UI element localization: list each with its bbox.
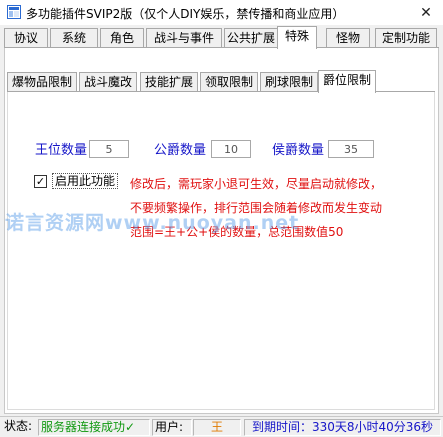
- window-title: 多功能插件SVIP2版（仅个人DIY娱乐，禁传播和商业应用）: [26, 7, 345, 21]
- app-window: 多功能插件SVIP2版（仅个人DIY娱乐，禁传播和商业应用） ✕ 协议 系统 角…: [0, 0, 443, 437]
- expiry-time: 到期时间：330天8小时40分36秒: [244, 419, 441, 436]
- subtab-skill-extension[interactable]: 技能扩展: [140, 72, 198, 92]
- king-count-label: 王位数量: [35, 143, 88, 158]
- tab-public-extension[interactable]: 公共扩展: [224, 28, 278, 48]
- king-count-input[interactable]: [89, 140, 129, 158]
- main-tab-bar: 协议 系统 角色 战斗与事件 公共扩展 特殊 怪物 定制功能: [4, 26, 439, 49]
- tab-protocol[interactable]: 协议: [4, 28, 48, 48]
- note-line-1: 修改后，需玩家小退可生效，尽量启动就修改，: [130, 177, 383, 191]
- user-value: 王: [193, 419, 241, 436]
- nobility-limit-content: 王位数量 公爵数量 侯爵数量 ✓ 启用此功能 修改后，需玩家小退可生效，尽量启动…: [7, 92, 435, 410]
- watermark: 诺言资源网www.nuoyan.net: [5, 212, 300, 234]
- subtab-claim-limit[interactable]: 领取限制: [200, 72, 258, 92]
- title-bar: 多功能插件SVIP2版（仅个人DIY娱乐，禁传播和商业应用） ✕: [0, 0, 443, 25]
- tab-system[interactable]: 系统: [50, 28, 98, 48]
- close-icon: ✕: [420, 4, 432, 21]
- enable-feature-checkbox[interactable]: ✓ 启用此功能: [34, 173, 119, 189]
- enable-feature-label: 启用此功能: [52, 173, 119, 189]
- tab-custom-functions[interactable]: 定制功能: [375, 28, 437, 48]
- close-button[interactable]: ✕: [409, 0, 443, 25]
- app-icon: [7, 5, 21, 19]
- marquis-count-input[interactable]: [328, 140, 374, 158]
- marquis-count-label: 侯爵数量: [272, 143, 325, 158]
- status-label: 状态:: [4, 419, 33, 433]
- check-icon[interactable]: ✓: [34, 174, 47, 188]
- check-icon: ✓: [125, 420, 136, 434]
- sub-tab-bar: 爆物品限制 战斗魔改 技能扩展 领取限制 刷球限制 爵位限制: [7, 70, 437, 93]
- subtab-orb-farm-limit[interactable]: 刷球限制: [260, 72, 318, 92]
- duke-count-label: 公爵数量: [154, 143, 207, 158]
- duke-count-input[interactable]: [211, 140, 251, 158]
- user-label: 用户:: [152, 419, 192, 436]
- connection-status: 服务器连接成功✓: [38, 419, 150, 436]
- tab-role[interactable]: 角色: [100, 28, 144, 48]
- tab-special[interactable]: 特殊: [277, 26, 317, 49]
- subtab-battle-mod[interactable]: 战斗魔改: [79, 72, 137, 92]
- tab-monster[interactable]: 怪物: [326, 28, 370, 48]
- tab-battle-events[interactable]: 战斗与事件: [146, 28, 222, 48]
- subtab-item-drop-limit[interactable]: 爆物品限制: [7, 72, 77, 92]
- subtab-nobility-limit[interactable]: 爵位限制: [318, 70, 376, 93]
- status-bar: 状态: 服务器连接成功✓ 用户: 王 到期时间：330天8小时40分36秒: [0, 416, 443, 437]
